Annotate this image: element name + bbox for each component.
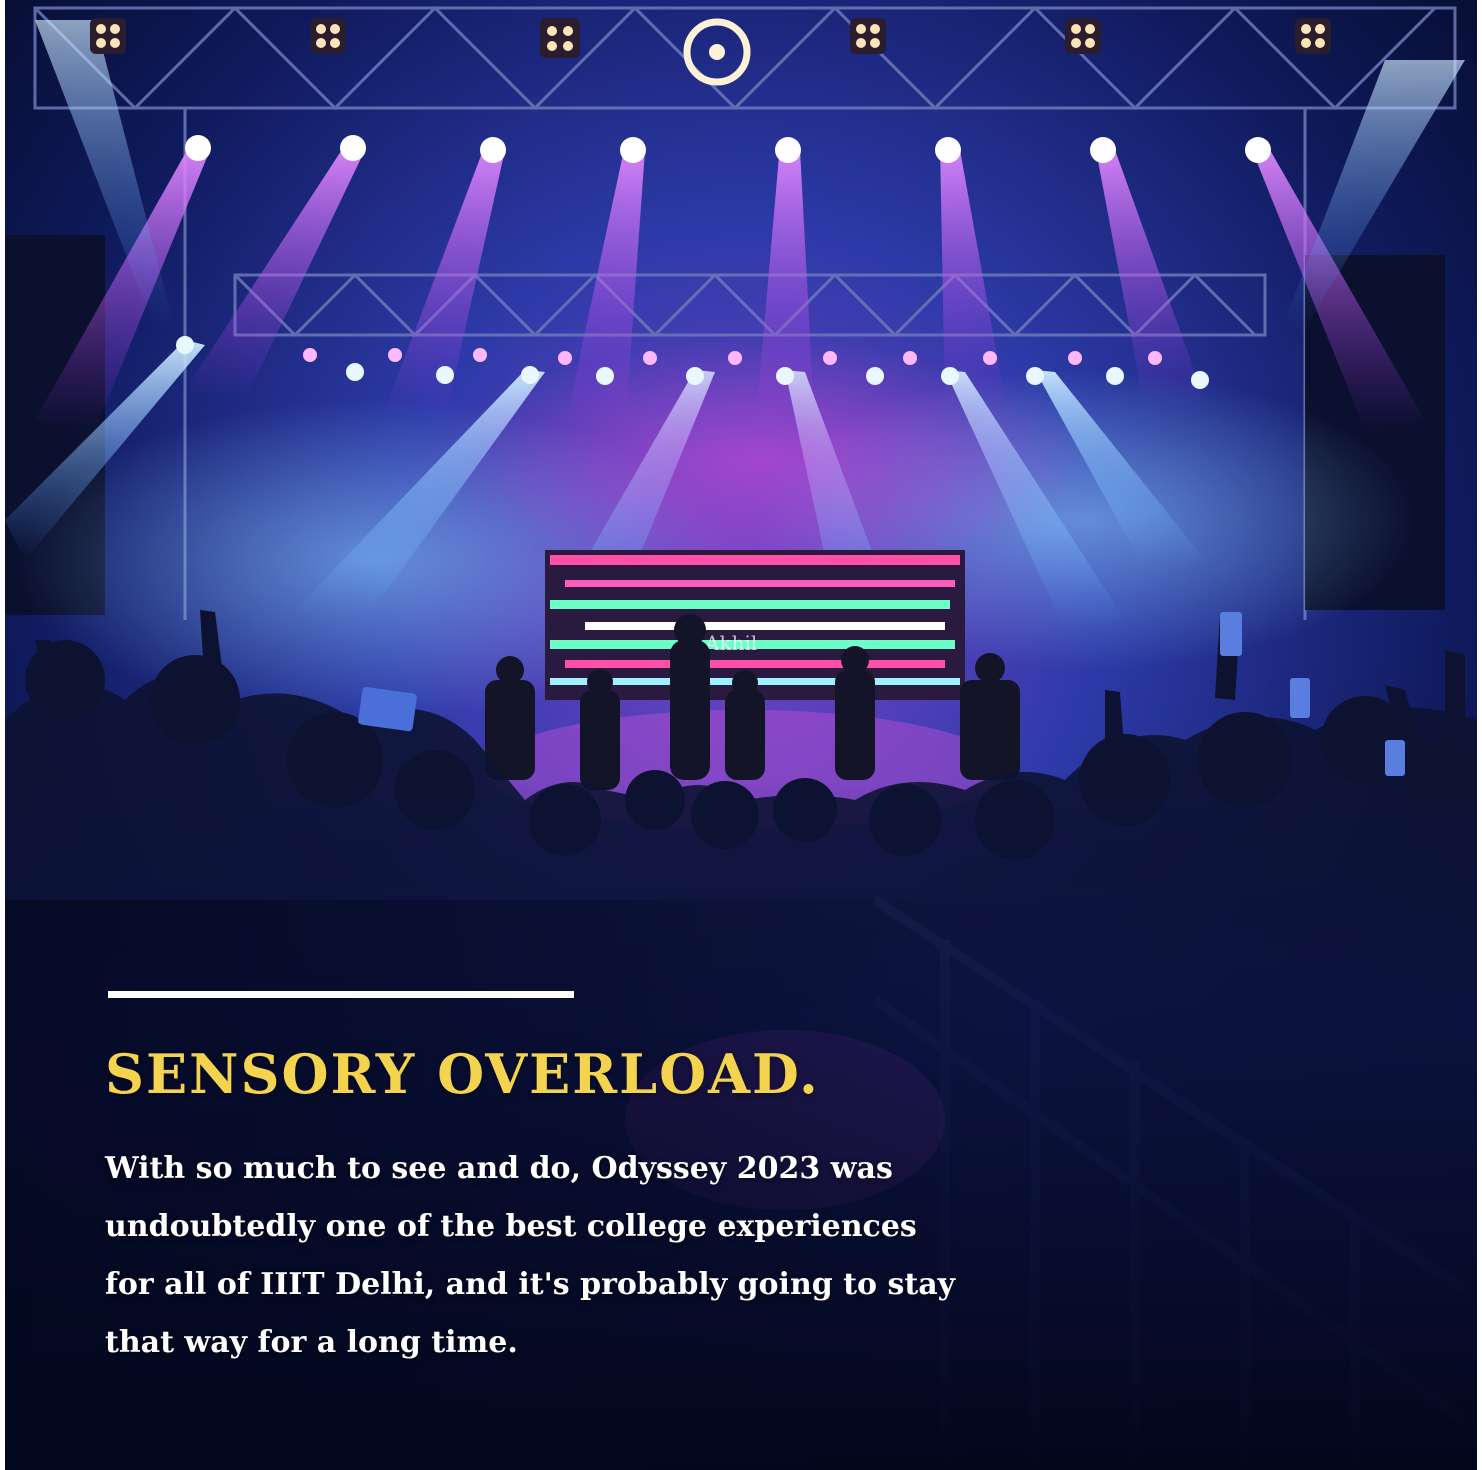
headline: SENSORY OVERLOAD. bbox=[105, 1042, 820, 1106]
concert-photo: Akhil SENSORY OVERLOAD. With so much to … bbox=[5, 0, 1477, 1470]
divider-line bbox=[108, 991, 574, 998]
body-paragraph: With so much to see and do, Odyssey 2023… bbox=[105, 1151, 956, 1360]
screen-text: Akhil bbox=[704, 631, 757, 655]
